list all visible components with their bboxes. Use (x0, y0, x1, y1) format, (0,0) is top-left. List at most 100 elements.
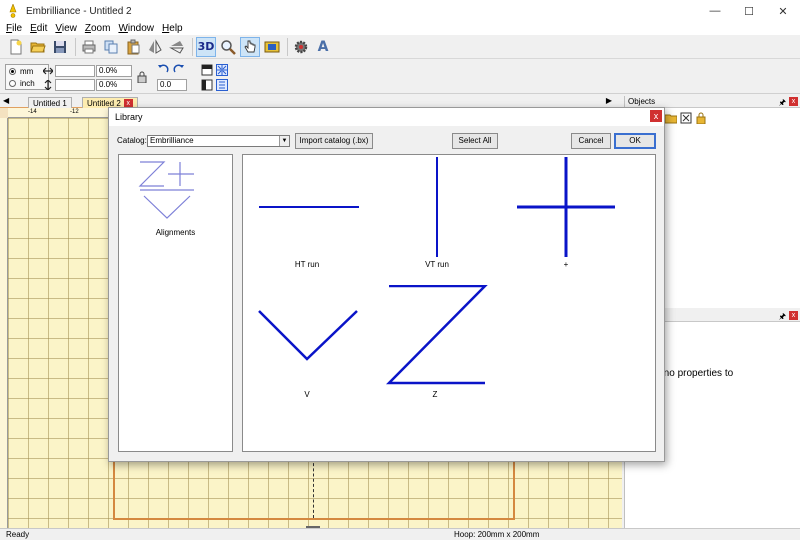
category-list: Alignments (118, 154, 233, 452)
width-percent-input[interactable]: 0.0% (96, 65, 132, 77)
select-pointer-button[interactable] (240, 36, 260, 57)
distribute-button[interactable] (216, 79, 228, 91)
menu-help[interactable]: Help (162, 23, 183, 34)
category-item-alignments[interactable]: Alignments (119, 155, 232, 240)
catalog-select[interactable]: Embrilliance ▼ (147, 135, 290, 147)
window-controls: — ☐ ✕ (698, 0, 800, 22)
minimize-button[interactable]: — (698, 0, 732, 22)
ruler-mark: -12 (70, 109, 79, 115)
width-input[interactable] (55, 65, 95, 77)
catalog-label: Catalog: (117, 136, 147, 145)
unit-mm-label: mm (20, 66, 34, 76)
radio-button[interactable] (9, 79, 16, 87)
library-item-v[interactable]: V (243, 285, 381, 410)
printer-icon (82, 40, 96, 53)
status-text: Ready (6, 530, 30, 539)
library-item-cross[interactable]: + (515, 155, 653, 275)
height-arrows-icon (42, 79, 54, 91)
toolbar-separator (75, 37, 76, 56)
center-in-hoop-button[interactable] (216, 64, 228, 76)
open-file-button[interactable] (28, 37, 48, 57)
rotate-left-button[interactable] (157, 63, 169, 75)
open-folder-icon (30, 42, 46, 52)
copy-icon (104, 40, 118, 53)
stitch-player-button[interactable] (262, 37, 282, 57)
save-button[interactable] (50, 37, 70, 57)
item-label: Z (432, 390, 438, 399)
3d-view-button[interactable]: 3D (196, 36, 216, 57)
zoom-button[interactable] (218, 37, 238, 57)
center-arrows-icon (216, 64, 228, 76)
menu-view[interactable]: View (55, 23, 77, 34)
tab-scroll-right-icon[interactable]: ▶ (606, 96, 612, 105)
hoop-size-text: Hoop: 200mm x 200mm (454, 530, 540, 539)
menu-zoom[interactable]: Zoom (85, 23, 111, 34)
toolbar-separator (287, 37, 288, 56)
new-file-button[interactable] (6, 37, 26, 57)
library-item-z[interactable]: Z (381, 285, 519, 410)
delete-icon[interactable] (680, 112, 692, 124)
menu-file[interactable]: File (6, 23, 22, 34)
rotate-right-button[interactable] (173, 63, 185, 75)
menu-edit[interactable]: Edit (30, 23, 47, 34)
item-label: + (563, 260, 569, 269)
mirror-horizontal-icon (149, 38, 162, 54)
align-left-button[interactable] (201, 79, 213, 91)
radio-button-selected[interactable] (9, 67, 16, 75)
lock-icon[interactable] (695, 112, 707, 124)
category-label: Alignments (155, 228, 196, 237)
select-all-button[interactable]: Select All (452, 133, 498, 149)
property-bar: mm inch 0.0% 0.0% 0.0 (0, 60, 800, 94)
library-items-pane: HT run VT run + V Z (242, 154, 656, 452)
height-percent-input[interactable]: 0.0% (96, 79, 132, 91)
pin-icon[interactable]: 🖈 (779, 311, 786, 323)
unit-inch-label: inch (20, 78, 35, 88)
library-item-ht-run[interactable]: HT run (243, 155, 381, 275)
paste-button[interactable] (123, 37, 143, 57)
menu-window[interactable]: Window (118, 23, 154, 34)
app-window: Embrilliance - Untitled 2 — ☐ ✕ File Edi… (0, 0, 800, 540)
height-input[interactable] (55, 79, 95, 91)
menu-bar: File Edit View Zoom Window Help (0, 22, 800, 35)
padlock-icon (137, 71, 147, 83)
z-shape-design-icon (386, 285, 488, 385)
copy-button[interactable] (101, 37, 121, 57)
clipboard-icon (127, 39, 140, 54)
mirror-horizontal-button[interactable] (145, 37, 165, 57)
tab-scroll-left-icon[interactable]: ◀ (3, 96, 9, 105)
align-top-button[interactable] (201, 64, 213, 76)
rotation-input[interactable]: 0.0 (157, 79, 187, 91)
import-catalog-button[interactable]: Import catalog (.bx) (295, 133, 373, 149)
settings-button[interactable] (291, 37, 311, 57)
tab-untitled-1[interactable]: Untitled 1 (28, 97, 72, 108)
window-title: Embrilliance - Untitled 2 (26, 5, 132, 17)
close-dialog-button[interactable]: x (650, 110, 662, 122)
library-item-vt-run[interactable]: VT run (381, 155, 519, 275)
close-window-button[interactable]: ✕ (766, 0, 800, 22)
mirror-vertical-button[interactable] (167, 37, 187, 57)
ok-button[interactable]: OK (614, 133, 656, 149)
catalog-selected-value: Embrilliance (150, 136, 194, 145)
maximize-button[interactable]: ☐ (732, 0, 766, 22)
item-label: VT run (425, 260, 449, 269)
tab-label: Untitled 1 (33, 99, 67, 108)
ruler-mark: -14 (28, 109, 37, 115)
close-properties-panel-button[interactable]: x (789, 311, 798, 320)
cancel-button[interactable]: Cancel (571, 133, 611, 149)
left-ruler (0, 118, 8, 528)
horizontal-line-design-icon (259, 206, 359, 208)
lock-aspect-button[interactable] (136, 71, 148, 83)
folder-icon[interactable] (665, 112, 677, 124)
align-top-icon (201, 64, 213, 76)
hand-pointer-icon (244, 40, 256, 52)
cross-design-icon (517, 157, 615, 257)
print-button[interactable] (79, 37, 99, 57)
mirror-vertical-icon (169, 40, 184, 54)
pin-icon[interactable]: 🖈 (779, 97, 786, 109)
item-label: HT run (294, 260, 320, 269)
close-objects-panel-button[interactable]: x (789, 97, 798, 106)
objects-panel-toolbar (665, 112, 707, 124)
font-tool-button[interactable]: A (313, 37, 333, 57)
chevron-down-icon[interactable]: ▼ (279, 136, 289, 146)
new-file-icon (10, 39, 22, 54)
